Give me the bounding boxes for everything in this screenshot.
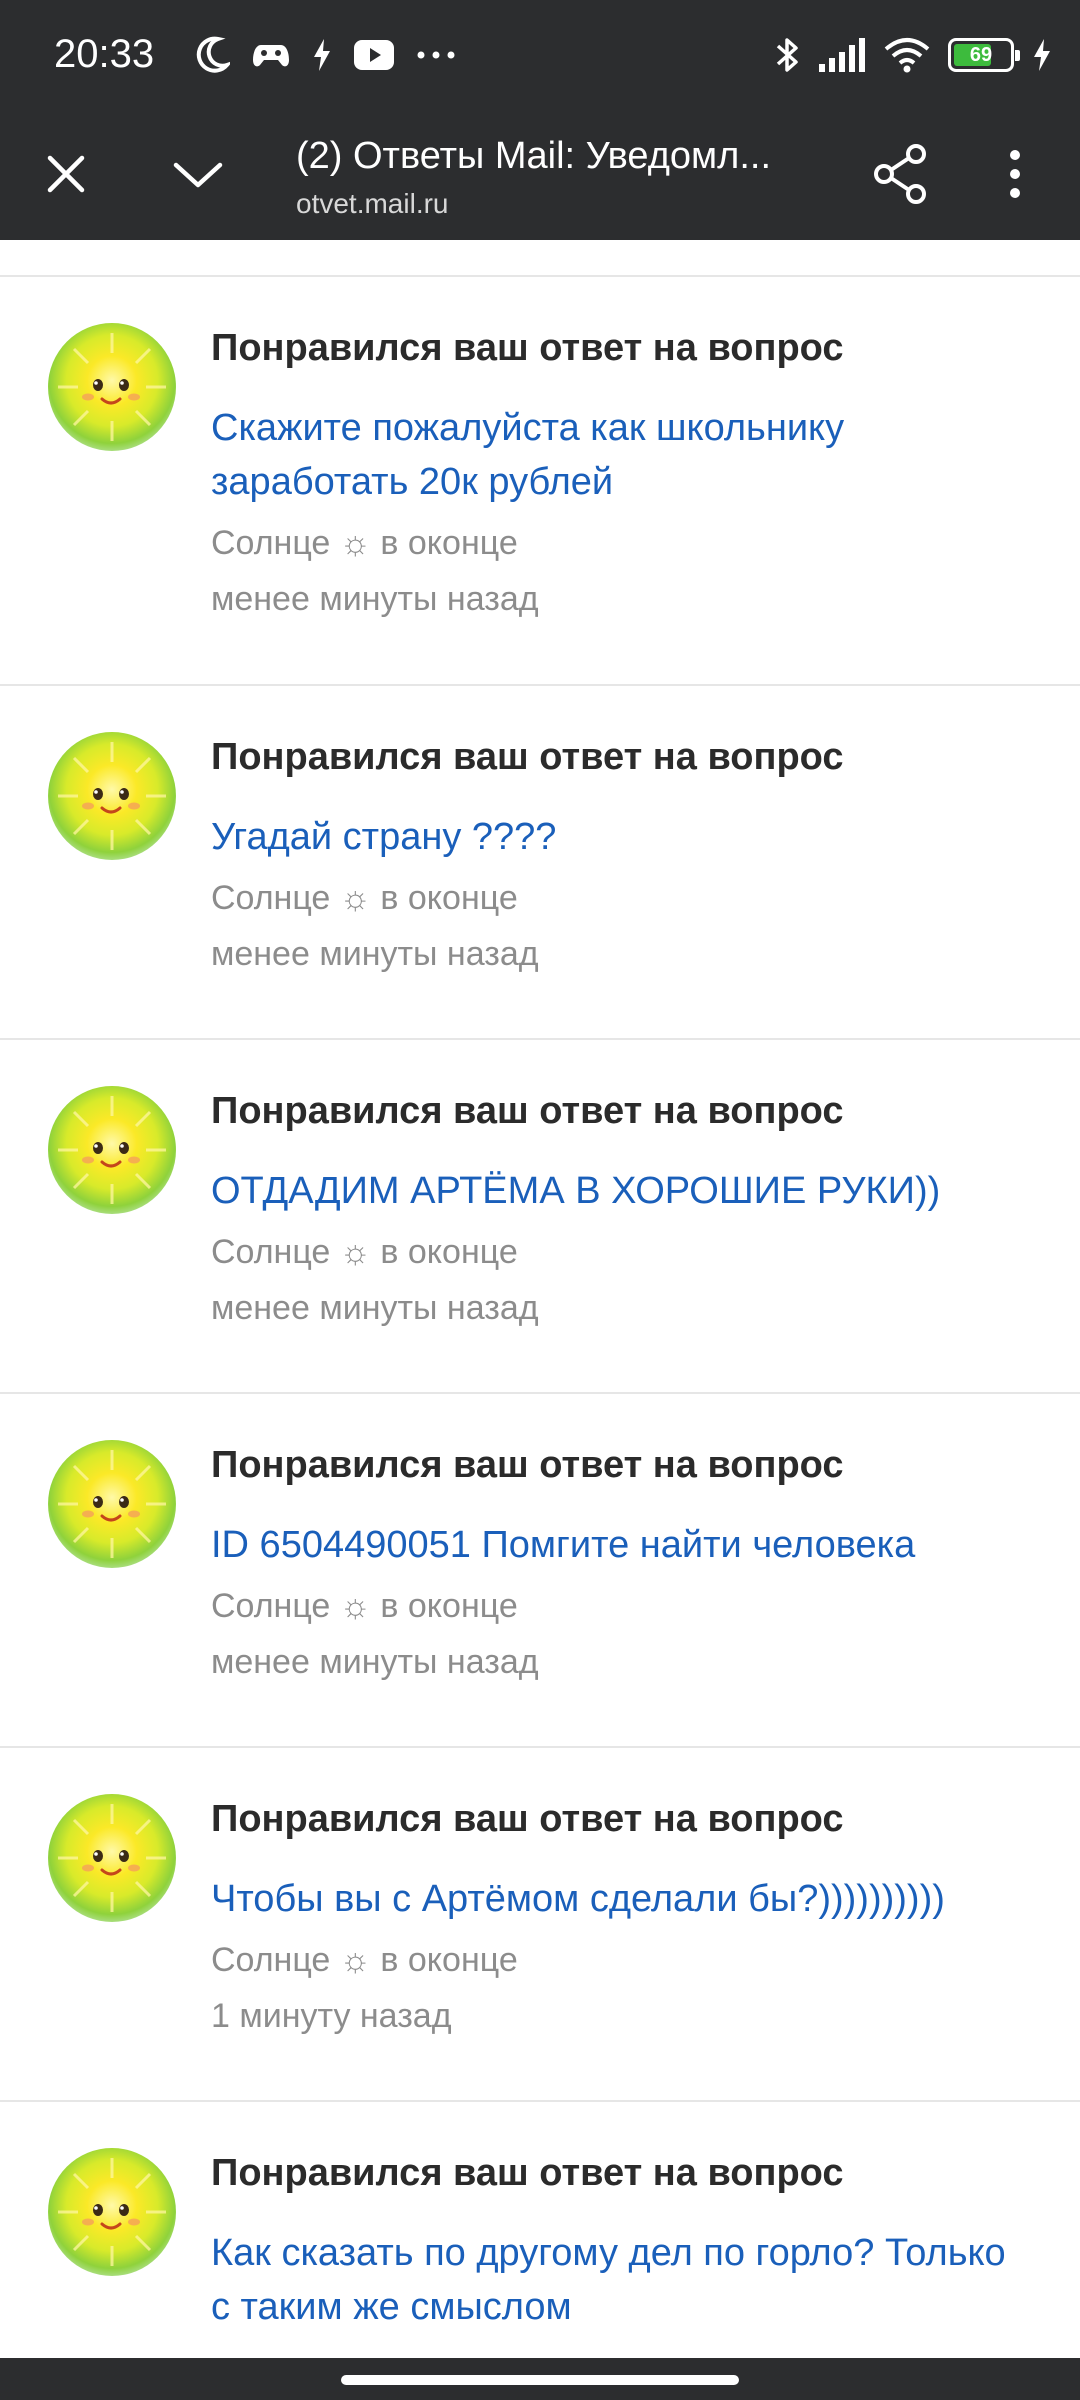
author-name[interactable]: Солнце ☼ в оконце <box>211 876 518 920</box>
notification-title: Понравился ваш ответ на вопрос <box>211 1444 844 1486</box>
browser-header: (2) Ответы Mail: Уведомл... otvet.mail.r… <box>0 110 1080 240</box>
close-button[interactable] <box>26 134 106 214</box>
avatar[interactable] <box>48 323 176 451</box>
avatar[interactable] <box>48 2148 176 2276</box>
charging-bolt-icon <box>1032 38 1052 72</box>
timestamp: менее минуты назад <box>211 935 539 973</box>
question-link[interactable]: Скажите пожалуйста как школьнику заработ… <box>211 401 1031 509</box>
timestamp: менее минуты назад <box>211 1643 539 1681</box>
more-dots-icon <box>416 50 456 60</box>
author-name[interactable]: Солнце ☼ в оконце <box>211 521 518 565</box>
notification-title: Понравился ваш ответ на вопрос <box>211 1090 844 1132</box>
avatar[interactable] <box>48 1794 176 1922</box>
avatar[interactable] <box>48 1440 176 1568</box>
avatar[interactable] <box>48 1086 176 1214</box>
author-name[interactable]: Солнце ☼ в оконце <box>211 1938 518 1982</box>
question-link[interactable]: Как сказать по другому дел по горло? Тол… <box>211 2226 1031 2334</box>
more-vertical-icon <box>1010 150 1020 198</box>
status-bar: 20:33 69 <box>0 0 1080 110</box>
question-link[interactable]: Чтобы вы с Артёмом сделали бы?)))))))))) <box>211 1872 1031 1926</box>
signal-icon <box>818 38 866 72</box>
notification-title: Понравился ваш ответ на вопрос <box>211 2152 844 2194</box>
notification-item[interactable]: Понравился ваш ответ на вопрос ОТДАДИМ АР… <box>0 1040 1080 1394</box>
gamepad-icon <box>252 39 290 71</box>
avatar[interactable] <box>48 732 176 860</box>
notification-title: Понравился ваш ответ на вопрос <box>211 736 844 778</box>
status-right-icons: 69 <box>774 30 1052 80</box>
notification-item[interactable]: Понравился ваш ответ на вопрос ID 6504490… <box>0 1394 1080 1748</box>
chevron-down-icon <box>173 162 223 188</box>
navigation-bar <box>0 2358 1080 2400</box>
status-left-icons <box>196 30 456 80</box>
question-link[interactable]: ОТДАДИМ АРТЁМА В ХОРОШИЕ РУКИ)) <box>211 1164 1031 1218</box>
question-link[interactable]: Угадай страну ???? <box>211 810 1031 864</box>
notification-title: Понравился ваш ответ на вопрос <box>211 1798 844 1840</box>
wifi-icon <box>884 37 930 73</box>
page-url: otvet.mail.ru <box>296 188 449 219</box>
page-title: (2) Ответы Mail: Уведомл... <box>296 135 771 177</box>
status-time: 20:33 <box>54 32 155 76</box>
charging-bolt-icon <box>312 38 332 72</box>
moon-icon <box>196 36 230 74</box>
notification-item[interactable]: Понравился ваш ответ на вопрос Угадай стр… <box>0 686 1080 1040</box>
notification-item[interactable]: Понравился ваш ответ на вопрос Скажите по… <box>0 277 1080 686</box>
more-menu-button[interactable] <box>980 132 1050 216</box>
timestamp: 1 минуту назад <box>211 1997 452 2035</box>
notification-item[interactable]: Понравился ваш ответ на вопрос Как сказат… <box>0 2102 1080 2358</box>
notification-item[interactable]: Понравился ваш ответ на вопрос Чтобы вы с… <box>0 1748 1080 2102</box>
screen: 20:33 69 (2) Ответы Mail: Уведомл... otv… <box>0 0 1080 2400</box>
collapse-button[interactable] <box>158 134 238 214</box>
battery-level: 69 <box>969 43 993 66</box>
timestamp: менее минуты назад <box>211 1289 539 1327</box>
battery-icon: 69 <box>948 38 1020 72</box>
share-icon <box>874 144 926 204</box>
timestamp: менее минуты назад <box>211 580 539 618</box>
share-button[interactable] <box>858 132 942 216</box>
notification-list: Понравился ваш ответ на вопрос Скажите по… <box>0 240 1080 2358</box>
bluetooth-icon <box>774 35 800 75</box>
author-name[interactable]: Солнце ☼ в оконце <box>211 1230 518 1274</box>
home-indicator[interactable] <box>341 2375 739 2385</box>
notification-title: Понравился ваш ответ на вопрос <box>211 327 844 369</box>
close-icon <box>47 155 85 193</box>
author-name[interactable]: Солнце ☼ в оконце <box>211 1584 518 1628</box>
youtube-icon <box>354 40 394 70</box>
battery-tip <box>1015 50 1020 61</box>
question-link[interactable]: ID 6504490051 Помгите найти человека <box>211 1518 1031 1572</box>
